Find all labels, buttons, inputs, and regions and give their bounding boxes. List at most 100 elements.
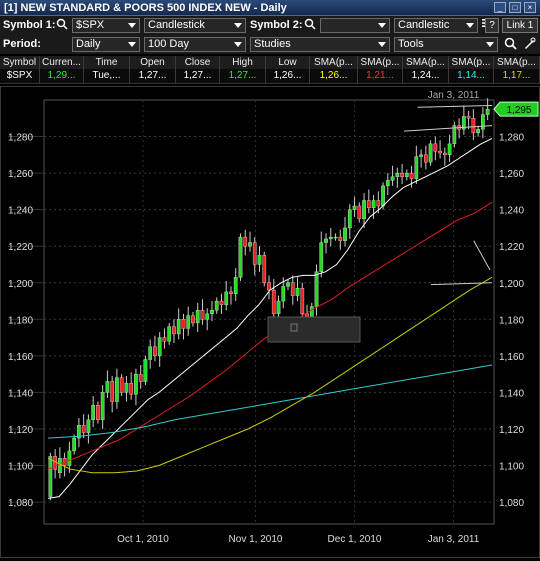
quote-col-header[interactable]: SMA(p... (403, 56, 449, 69)
candle-body (400, 172, 404, 177)
symbol1-input[interactable]: $SPX (72, 18, 140, 33)
candle-body (48, 456, 53, 497)
candle-body (257, 255, 262, 265)
quote-col-header[interactable]: High (220, 56, 266, 69)
price-chart[interactable]: 1,080 1,080 1,100 1,100 1,120 1,120 1,140 1,140… (0, 86, 540, 558)
candle-body (390, 176, 395, 181)
candle-body (214, 300, 219, 311)
quote-col-header[interactable]: SMA(p... (358, 56, 403, 69)
candle-body (233, 277, 238, 294)
candle-body (129, 383, 134, 395)
y-tick-label-left: 1,240 (8, 206, 33, 217)
window-title: [1] NEW STANDARD & POORS 500 INDEX NEW -… (4, 1, 287, 14)
y-tick-label-left: 1,100 (8, 462, 33, 473)
quote-col-header[interactable]: SMA(p... (494, 56, 540, 69)
candle-body (153, 346, 157, 357)
quote-col-header[interactable]: Curren... (40, 56, 84, 69)
candle-body (243, 236, 248, 247)
candle-body (404, 172, 409, 177)
candle-body (186, 315, 191, 329)
link-button[interactable]: Link 1 (502, 18, 538, 33)
maximize-icon[interactable]: □ (509, 2, 521, 13)
top-date-label: Jan 3, 2011 (428, 90, 480, 101)
candle-body (447, 143, 452, 156)
tools-select[interactable]: Tools (394, 37, 498, 52)
candle-body (343, 227, 347, 241)
candle-body (385, 180, 390, 187)
candle-body (276, 300, 281, 315)
close-icon[interactable]: × (524, 2, 536, 13)
y-tick-label-left: 1,180 (8, 315, 33, 326)
candle-body (119, 377, 124, 393)
quote-col-header[interactable]: SMA(p... (449, 56, 494, 69)
quote-cell: 1,26... (310, 69, 358, 83)
candle-body (181, 319, 186, 329)
symbol2-input[interactable] (320, 18, 390, 33)
candle-body (438, 150, 442, 154)
candle-body (333, 236, 338, 239)
chart-type2-select[interactable]: Candlestic (394, 18, 478, 33)
candle-body (328, 236, 333, 240)
quote-cell: 1,27... (176, 69, 220, 83)
y-tick-label-right: 1,200 (499, 279, 524, 290)
y-tick-label-left: 1,080 (8, 498, 33, 509)
help-button[interactable]: ? (485, 18, 499, 33)
candle-body (357, 205, 362, 219)
quote-cell: $SPX (0, 69, 40, 83)
y-tick-label-left: 1,220 (8, 242, 33, 253)
quote-cell: 1,26... (266, 69, 310, 83)
candle-body (371, 200, 376, 209)
period-label: Period: (3, 38, 41, 50)
search-icon-2[interactable] (302, 18, 318, 33)
candle-body (338, 236, 343, 241)
settings-icon[interactable] (521, 37, 537, 52)
toolbar-row-symbols: Symbol 1: $SPX Candlestick Symbol 2: Can… (0, 16, 540, 35)
quote-col-header[interactable]: Symbol (0, 56, 40, 69)
candle-body (195, 309, 200, 324)
candle-body (219, 300, 224, 305)
window-titlebar: [1] NEW STANDARD & POORS 500 INDEX NEW -… (0, 0, 540, 16)
y-tick-label-left: 1,200 (8, 279, 33, 290)
window-controls: _ □ × (494, 2, 536, 13)
quote-cell: 1,27... (130, 69, 176, 83)
candle-body (115, 377, 119, 402)
quote-data-row: $SPX 1,29... Tue,... 1,27... 1,27... 1,27... 1… (0, 69, 540, 84)
period-select[interactable]: Daily (72, 37, 140, 52)
candle-body (200, 309, 205, 320)
candle-body (81, 425, 86, 433)
candle-body (395, 172, 400, 177)
candle-body (267, 282, 271, 291)
candle-body (295, 288, 300, 296)
chart-type-select[interactable]: Candlestick (144, 18, 246, 33)
candle-body (205, 313, 210, 320)
quote-col-header[interactable]: Low (266, 56, 310, 69)
quote-cell: 1,29... (40, 69, 84, 83)
search-icon[interactable] (54, 18, 70, 33)
candle-body (248, 242, 252, 247)
candle-body (347, 209, 352, 229)
y-tick-label-right: 1,260 (499, 169, 524, 180)
quote-col-header[interactable]: Time (84, 56, 130, 69)
chart-svg[interactable]: 1,080 1,080 1,100 1,100 1,120 1,120 1,140 1,140… (0, 86, 540, 558)
candle-body (67, 450, 72, 466)
candle-body (362, 200, 366, 219)
quote-col-header[interactable]: Open (130, 56, 176, 69)
zoom-icon[interactable] (503, 37, 518, 52)
quote-col-header[interactable]: Close (176, 56, 220, 69)
minimize-icon[interactable]: _ (494, 2, 506, 13)
candle-body (428, 143, 433, 163)
quote-col-header[interactable]: SMA(p... (310, 56, 358, 69)
symbol1-label: Symbol 1: (3, 19, 56, 31)
candle-body (148, 346, 153, 360)
y-tick-label-right: 1,100 (499, 462, 524, 473)
quote-cell: Tue,... (84, 69, 130, 83)
candle-body (433, 143, 438, 152)
candle-body (419, 154, 423, 157)
range-select[interactable]: 100 Day (144, 37, 246, 52)
candle-body (124, 383, 129, 393)
candle-body (58, 458, 62, 474)
studies-select[interactable]: Studies (250, 37, 390, 52)
candle-body (134, 373, 138, 395)
y-tick-label-right: 1,120 (499, 425, 524, 436)
candle-body (319, 242, 324, 272)
